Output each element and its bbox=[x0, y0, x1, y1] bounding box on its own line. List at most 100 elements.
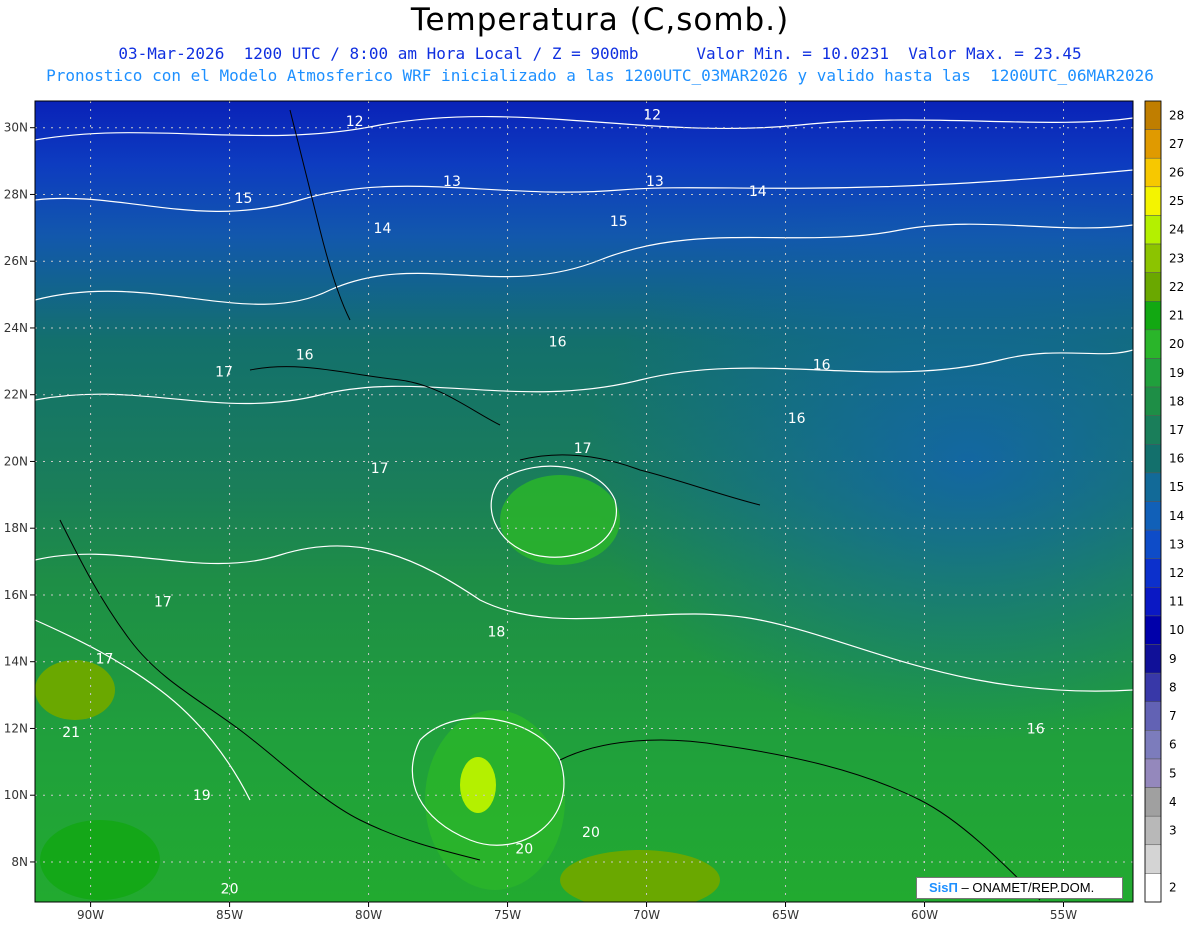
contour-label: 12 bbox=[643, 107, 661, 123]
colorbar-swatch bbox=[1144, 472, 1162, 502]
lat-tick-label: 26N bbox=[4, 254, 28, 268]
contour-label: 13 bbox=[646, 174, 664, 190]
lon-tick-label: 85W bbox=[216, 908, 243, 922]
colorbar-label: 17 bbox=[1169, 423, 1184, 437]
colorbar-swatch bbox=[1144, 529, 1162, 559]
contour-label: 20 bbox=[582, 825, 600, 841]
colorbar-swatch bbox=[1144, 272, 1162, 302]
colorbar-label: 8 bbox=[1169, 680, 1177, 694]
contour-label: 17 bbox=[154, 595, 172, 611]
colorbar-label: 12 bbox=[1169, 566, 1184, 580]
colorbar-swatch bbox=[1144, 873, 1162, 903]
colorbar-swatch bbox=[1144, 243, 1162, 273]
contour-label: 12 bbox=[346, 114, 364, 130]
colorbar-swatch bbox=[1144, 844, 1162, 874]
colorbar-label: 19 bbox=[1169, 366, 1184, 380]
lat-tick-label: 20N bbox=[4, 454, 28, 468]
lat-tick-label: 10N bbox=[4, 788, 28, 802]
lat-tick-label: 8N bbox=[11, 855, 28, 869]
credit-text: – ONAMET/REP.DOM. bbox=[957, 880, 1095, 895]
lon-tick-label: 90W bbox=[77, 908, 104, 922]
colorbar-label: 21 bbox=[1169, 309, 1184, 323]
colorbar-swatch bbox=[1144, 386, 1162, 416]
colorbar-swatch bbox=[1144, 558, 1162, 588]
colorbar-swatch bbox=[1144, 329, 1162, 359]
contour-label: 13 bbox=[443, 174, 461, 190]
brand-logo: SisΠ bbox=[929, 880, 958, 895]
colorbar-label: 22 bbox=[1169, 280, 1184, 294]
contour-label: 21 bbox=[62, 725, 80, 741]
colorbar-label: 27 bbox=[1169, 137, 1184, 151]
lon-tick-label: 65W bbox=[772, 908, 799, 922]
lon-tick-label: 75W bbox=[494, 908, 521, 922]
colorbar-swatch bbox=[1144, 157, 1162, 188]
contour-label: 16 bbox=[296, 348, 314, 364]
colorbar-swatch bbox=[1144, 587, 1162, 617]
lat-tick-label: 12N bbox=[4, 721, 28, 735]
colorbar-swatch bbox=[1144, 501, 1162, 531]
colorbar-label: 14 bbox=[1169, 509, 1184, 523]
lon-tick-label: 55W bbox=[1050, 908, 1077, 922]
warm-patch-hispaniola bbox=[500, 475, 620, 565]
colorbar-label: 15 bbox=[1169, 480, 1184, 494]
colorbar: 2827262524232221201918171615141312111098… bbox=[1144, 100, 1184, 903]
contour-label: 17 bbox=[215, 364, 233, 380]
contour-label: 18 bbox=[488, 625, 506, 641]
contour-label: 14 bbox=[749, 184, 767, 200]
colorbar-swatch bbox=[1144, 615, 1162, 645]
colorbar-swatch bbox=[1144, 644, 1162, 674]
colorbar-label: 11 bbox=[1169, 595, 1184, 609]
colorbar-label: 7 bbox=[1169, 709, 1177, 723]
contour-label: 14 bbox=[374, 221, 392, 237]
colorbar-label: 20 bbox=[1169, 337, 1184, 351]
colorbar-swatch bbox=[1144, 701, 1162, 731]
colorbar-label: 16 bbox=[1169, 452, 1184, 466]
contour-label: 16 bbox=[1027, 721, 1045, 737]
colorbar-swatch bbox=[1144, 787, 1162, 817]
contour-label: 17 bbox=[371, 461, 389, 477]
contour-label: 16 bbox=[813, 358, 831, 374]
colorbar-label: 23 bbox=[1169, 251, 1184, 265]
colorbar-label: 26 bbox=[1169, 166, 1184, 180]
contour-label: 17 bbox=[96, 651, 114, 667]
colorbar-label: 24 bbox=[1169, 223, 1184, 237]
colorbar-swatch bbox=[1144, 301, 1162, 331]
colorbar-swatch bbox=[1144, 758, 1162, 788]
colorbar-swatch bbox=[1144, 358, 1162, 388]
colorbar-swatch bbox=[1144, 672, 1162, 703]
colorbar-swatch bbox=[1144, 215, 1162, 245]
lon-tick-label: 70W bbox=[633, 908, 660, 922]
colorbar-label: 10 bbox=[1169, 623, 1184, 637]
contour-label: 15 bbox=[235, 191, 253, 207]
contour-label: 20 bbox=[221, 882, 239, 898]
colorbar-label: 5 bbox=[1169, 766, 1177, 780]
colorbar-swatch bbox=[1144, 186, 1162, 216]
lon-tick-label: 60W bbox=[911, 908, 938, 922]
contour-label: 17 bbox=[574, 441, 592, 457]
contour-label: 16 bbox=[788, 411, 806, 427]
lat-tick-label: 14N bbox=[4, 655, 28, 669]
warm-patch-colombia bbox=[425, 710, 565, 890]
credit-box: SisΠ – ONAMET/REP.DOM. bbox=[916, 877, 1123, 899]
colorbar-label: 4 bbox=[1169, 795, 1177, 809]
lon-tick-label: 80W bbox=[355, 908, 382, 922]
colorbar-label: 28 bbox=[1169, 108, 1184, 122]
colorbar-label: 6 bbox=[1169, 738, 1177, 752]
hot-spot bbox=[460, 757, 496, 813]
contour-label: 15 bbox=[610, 214, 628, 230]
contour-label: 16 bbox=[549, 334, 567, 350]
colorbar-label: 13 bbox=[1169, 537, 1184, 551]
colorbar-swatch bbox=[1144, 129, 1162, 159]
lat-tick-label: 18N bbox=[4, 521, 28, 535]
colorbar-swatch bbox=[1144, 415, 1162, 445]
colorbar-label: 9 bbox=[1169, 652, 1177, 666]
colorbar-swatch bbox=[1144, 444, 1162, 474]
warm-patch-south bbox=[560, 850, 720, 902]
contour-label: 20 bbox=[515, 842, 533, 858]
colorbar-label: 3 bbox=[1169, 823, 1177, 837]
colorbar-swatch bbox=[1144, 815, 1162, 846]
lat-tick-label: 30N bbox=[4, 121, 28, 135]
colorbar-swatch bbox=[1144, 100, 1162, 130]
colorbar-swatch bbox=[1144, 730, 1162, 760]
lat-tick-label: 22N bbox=[4, 388, 28, 402]
